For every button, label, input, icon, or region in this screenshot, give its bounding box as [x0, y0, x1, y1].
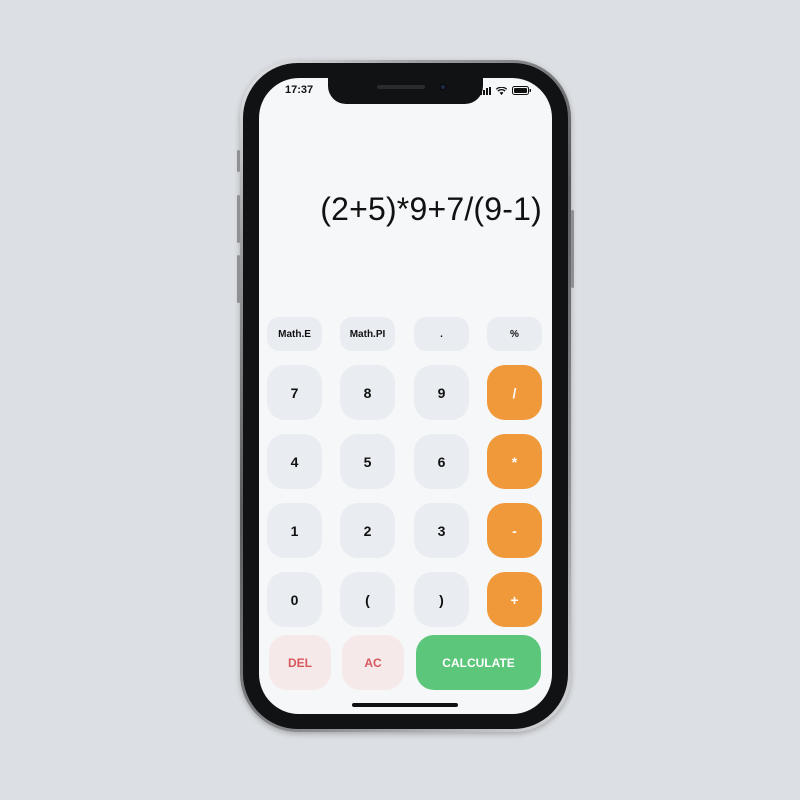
stage: 17:37 (2+5)*9+7/(9-1) Math.E Math.PI . %…: [0, 0, 800, 800]
digit-7-button[interactable]: 7: [267, 365, 322, 420]
close-paren-button[interactable]: ): [414, 572, 469, 627]
notch: [328, 78, 483, 104]
delete-button[interactable]: DEL: [269, 635, 331, 690]
phone-screen: 17:37 (2+5)*9+7/(9-1) Math.E Math.PI . %…: [259, 78, 552, 714]
volume-up-button: [237, 195, 240, 243]
digit-5-button[interactable]: 5: [340, 434, 395, 489]
decimal-point-button[interactable]: .: [414, 317, 469, 351]
digit-8-button[interactable]: 8: [340, 365, 395, 420]
status-time: 17:37: [285, 84, 314, 96]
digit-3-button[interactable]: 3: [414, 503, 469, 558]
speaker-grille: [377, 85, 425, 89]
expression-display: (2+5)*9+7/(9-1): [320, 191, 542, 227]
digit-6-button[interactable]: 6: [414, 434, 469, 489]
mute-switch: [237, 150, 240, 172]
digit-0-button[interactable]: 0: [267, 572, 322, 627]
volume-down-button: [237, 255, 240, 303]
battery-icon: [512, 86, 532, 95]
digit-2-button[interactable]: 2: [340, 503, 395, 558]
divide-button[interactable]: /: [487, 365, 542, 420]
home-indicator: [352, 703, 458, 707]
calculate-button[interactable]: CALCULATE: [416, 635, 541, 690]
math-e-button[interactable]: Math.E: [267, 317, 322, 351]
signal-icon: [480, 87, 491, 95]
digit-1-button[interactable]: 1: [267, 503, 322, 558]
all-clear-button[interactable]: AC: [342, 635, 404, 690]
front-camera-icon: [439, 83, 447, 91]
open-paren-button[interactable]: (: [340, 572, 395, 627]
math-pi-button[interactable]: Math.PI: [340, 317, 395, 351]
minus-button[interactable]: -: [487, 503, 542, 558]
wifi-icon: [496, 87, 507, 95]
multiply-button[interactable]: *: [487, 434, 542, 489]
power-button: [571, 210, 574, 288]
digit-9-button[interactable]: 9: [414, 365, 469, 420]
plus-button[interactable]: +: [487, 572, 542, 627]
digit-4-button[interactable]: 4: [267, 434, 322, 489]
status-icons: [480, 86, 532, 95]
percent-button[interactable]: %: [487, 317, 542, 351]
